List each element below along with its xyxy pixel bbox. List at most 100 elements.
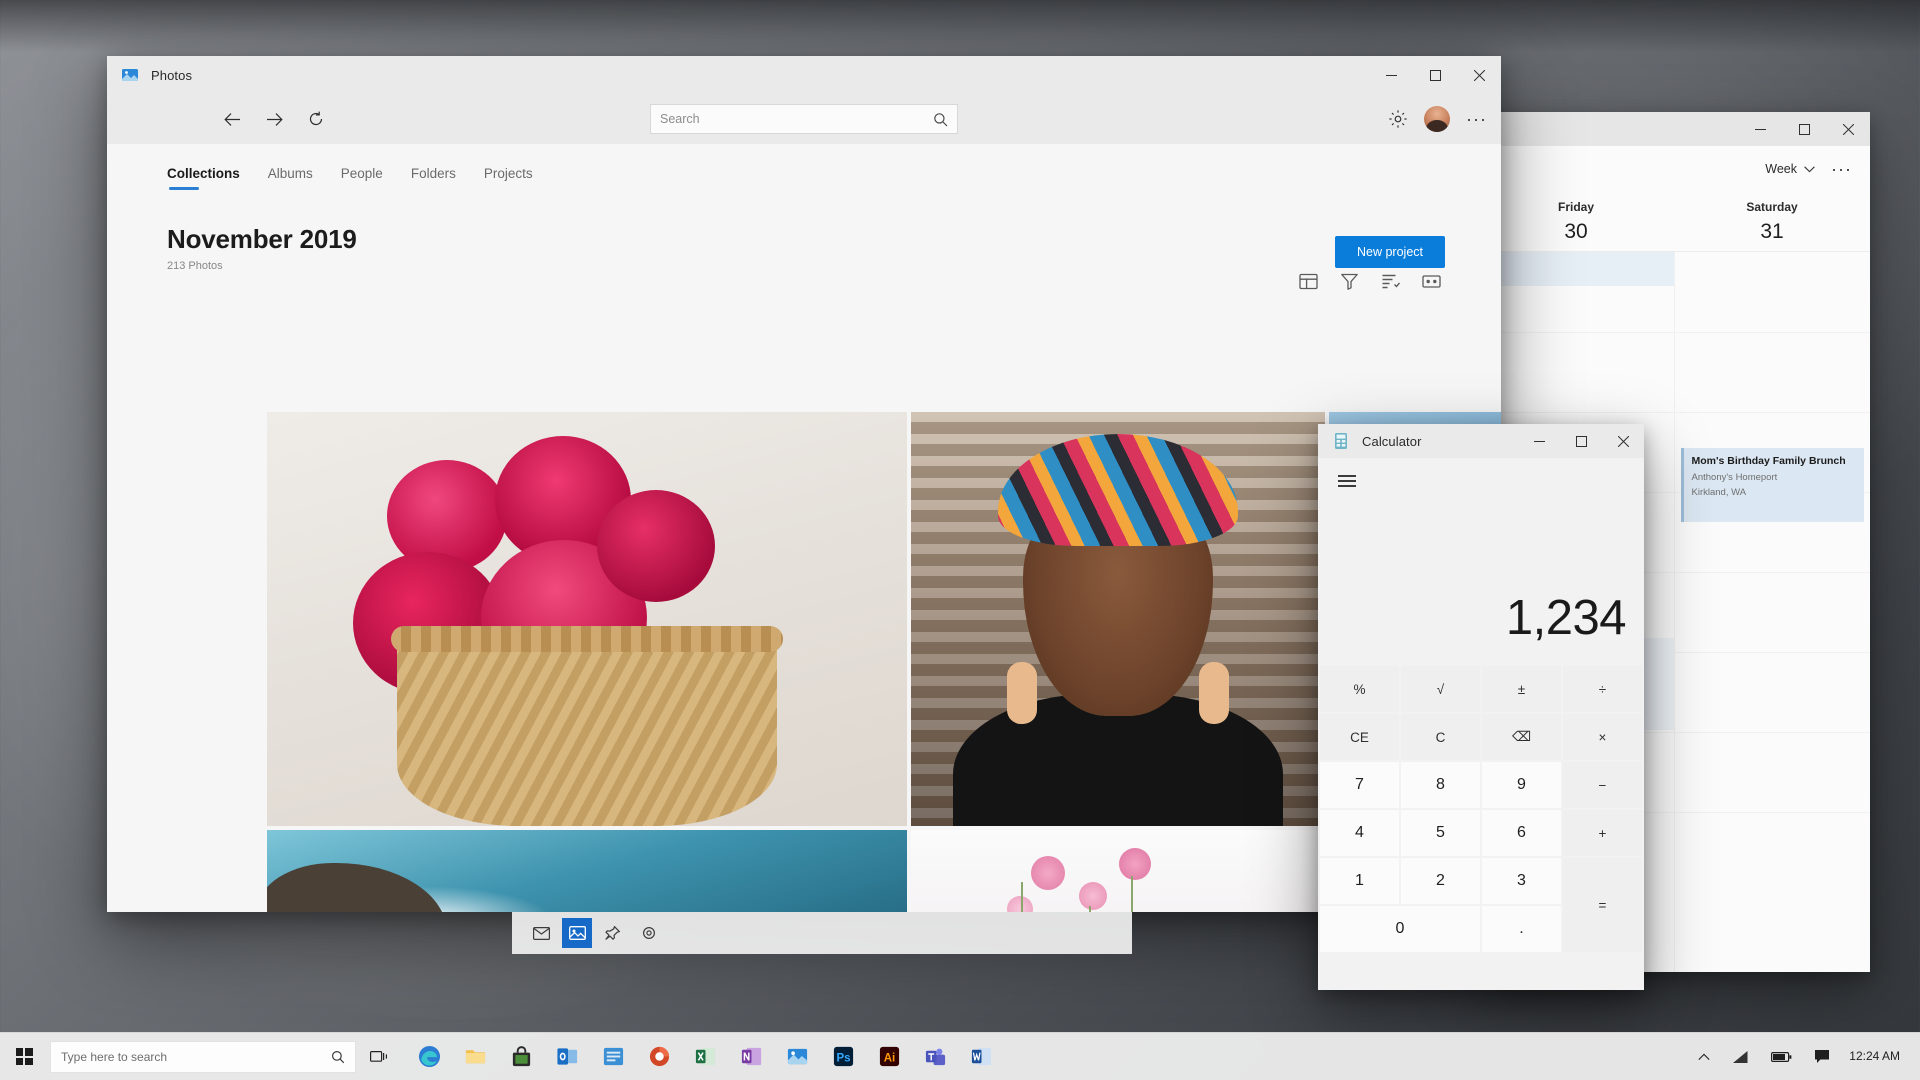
tray-battery-button[interactable] <box>1760 1033 1803 1080</box>
decimal-point-key[interactable]: . <box>1482 906 1561 952</box>
digit-9-key[interactable]: 9 <box>1482 762 1561 808</box>
taskbar-search-input[interactable] <box>61 1050 331 1064</box>
taskbar-search-box[interactable] <box>50 1041 356 1073</box>
calendar-day-column[interactable]: Saturday 31 <box>1674 192 1870 251</box>
photo-tile[interactable] <box>267 412 907 826</box>
calculator-display-value: 1,234 <box>1506 590 1626 646</box>
clock[interactable]: 12:24 AM <box>1841 1049 1914 1063</box>
digit-5-key[interactable]: 5 <box>1401 810 1480 856</box>
multiply-key[interactable]: × <box>1563 714 1642 760</box>
digit-1-key[interactable]: 1 <box>1320 858 1399 904</box>
photos-close-button[interactable] <box>1457 56 1501 94</box>
taskbar-app-teams-alt[interactable] <box>912 1033 958 1080</box>
taskbar-app-teams[interactable] <box>590 1033 636 1080</box>
photos-window[interactable]: Photos <box>107 56 1501 912</box>
photos-maximize-button[interactable] <box>1413 56 1457 94</box>
photos-more-button[interactable]: ··· <box>1466 110 1487 128</box>
plus-key[interactable]: + <box>1563 810 1642 856</box>
taskbar-app-outlook[interactable] <box>544 1033 590 1080</box>
clear-entry-key[interactable]: CE <box>1320 714 1399 760</box>
calculator-close-button[interactable] <box>1602 424 1644 458</box>
photos-app-icon[interactable] <box>562 918 592 948</box>
calendar-close-button[interactable] <box>1826 112 1870 146</box>
calculator-titlebar[interactable]: Calculator <box>1318 424 1644 458</box>
plus-minus-key[interactable]: ± <box>1482 666 1561 712</box>
digit-7-key[interactable]: 7 <box>1320 762 1399 808</box>
forward-button[interactable] <box>253 99 295 139</box>
square-root-key[interactable]: √ <box>1401 666 1480 712</box>
calendar-event-city: Kirkland, WA <box>1692 487 1857 500</box>
digit-0-key[interactable]: 0 <box>1320 906 1480 952</box>
calendar-minimize-button[interactable] <box>1738 112 1782 146</box>
start-button[interactable] <box>0 1033 48 1080</box>
tray-chevron-button[interactable] <box>1687 1033 1721 1080</box>
taskbar-app-photos[interactable] <box>774 1033 820 1080</box>
back-button[interactable] <box>211 99 253 139</box>
calendar-day-column[interactable]: Friday 30 <box>1478 192 1674 251</box>
tab-collections[interactable]: Collections <box>167 166 240 190</box>
calendar-view-label: Week <box>1765 162 1797 176</box>
tray-notifications-button[interactable] <box>1803 1033 1841 1080</box>
photos-search-box[interactable] <box>650 104 958 134</box>
tab-projects[interactable]: Projects <box>484 166 533 190</box>
photos-content-area: Collections Albums People Folders Projec… <box>107 144 1501 912</box>
calendar-event[interactable]: Mom's Birthday Family Brunch Anthony's H… <box>1681 448 1865 522</box>
search-icon[interactable] <box>933 112 948 127</box>
digit-2-key[interactable]: 2 <box>1401 858 1480 904</box>
slideshow-icon[interactable] <box>1422 272 1441 291</box>
digit-4-key[interactable]: 4 <box>1320 810 1399 856</box>
avatar[interactable] <box>1424 106 1450 132</box>
photo-tile[interactable] <box>267 830 907 912</box>
taskbar-app-word[interactable] <box>958 1033 1004 1080</box>
tab-people[interactable]: People <box>341 166 383 190</box>
calculator-maximize-button[interactable] <box>1560 424 1602 458</box>
photo-tile[interactable] <box>911 830 1325 912</box>
calendar-more-button[interactable]: ··· <box>1831 160 1852 178</box>
backspace-key[interactable]: ⌫ <box>1482 714 1561 760</box>
teams-alt-icon <box>924 1045 947 1068</box>
calendar-titlebar[interactable] <box>1478 112 1870 146</box>
taskbar-app-photoshop[interactable]: Ps <box>820 1033 866 1080</box>
calendar-busy-block <box>1478 252 1674 286</box>
taskbar-app-edge[interactable] <box>406 1033 452 1080</box>
calendar-view-selector[interactable]: Week <box>1765 162 1815 176</box>
photos-search-input[interactable] <box>660 112 933 126</box>
photos-navigation-bar: ··· <box>107 94 1501 144</box>
task-view-button[interactable] <box>356 1033 402 1080</box>
taskbar-app-microsoft-store[interactable] <box>498 1033 544 1080</box>
sort-list-icon[interactable] <box>1381 272 1400 291</box>
calculator-window[interactable]: Calculator 1,234 % √ ± ÷ CE C ⌫ × 7 8 9 … <box>1318 424 1644 990</box>
percent-key[interactable]: % <box>1320 666 1399 712</box>
tab-folders[interactable]: Folders <box>411 166 456 190</box>
digit-6-key[interactable]: 6 <box>1482 810 1561 856</box>
mail-icon[interactable] <box>526 918 556 948</box>
pin-icon[interactable] <box>598 918 628 948</box>
refresh-button[interactable] <box>295 99 337 139</box>
divide-key[interactable]: ÷ <box>1563 666 1642 712</box>
digit-8-key[interactable]: 8 <box>1401 762 1480 808</box>
search-icon[interactable] <box>331 1050 345 1064</box>
calendar-maximize-button[interactable] <box>1782 112 1826 146</box>
taskbar-app-excel[interactable] <box>682 1033 728 1080</box>
gear-icon[interactable] <box>1388 109 1408 129</box>
taskbar-app-onenote[interactable] <box>728 1033 774 1080</box>
new-project-button[interactable]: New project <box>1335 236 1445 268</box>
equals-key[interactable]: = <box>1563 858 1642 952</box>
digit-3-key[interactable]: 3 <box>1482 858 1561 904</box>
calendar-column-saturday[interactable]: Mom's Birthday Family Brunch Anthony's H… <box>1675 252 1871 972</box>
calculator-minimize-button[interactable] <box>1518 424 1560 458</box>
photos-minimize-button[interactable] <box>1369 56 1413 94</box>
photo-tile[interactable] <box>911 412 1325 826</box>
taskbar-app-illustrator[interactable]: Ai <box>866 1033 912 1080</box>
hamburger-menu-icon[interactable] <box>1330 466 1364 496</box>
taskbar-app-powerpoint[interactable] <box>636 1033 682 1080</box>
layout-grid-icon[interactable] <box>1299 272 1318 291</box>
tray-network-button[interactable] <box>1721 1033 1760 1080</box>
photos-titlebar[interactable]: Photos <box>107 56 1501 94</box>
filter-funnel-icon[interactable] <box>1340 272 1359 291</box>
taskbar-app-file-explorer[interactable] <box>452 1033 498 1080</box>
settings-gear-icon[interactable] <box>634 918 664 948</box>
minus-key[interactable]: − <box>1563 762 1642 808</box>
tab-albums[interactable]: Albums <box>268 166 313 190</box>
clear-key[interactable]: C <box>1401 714 1480 760</box>
